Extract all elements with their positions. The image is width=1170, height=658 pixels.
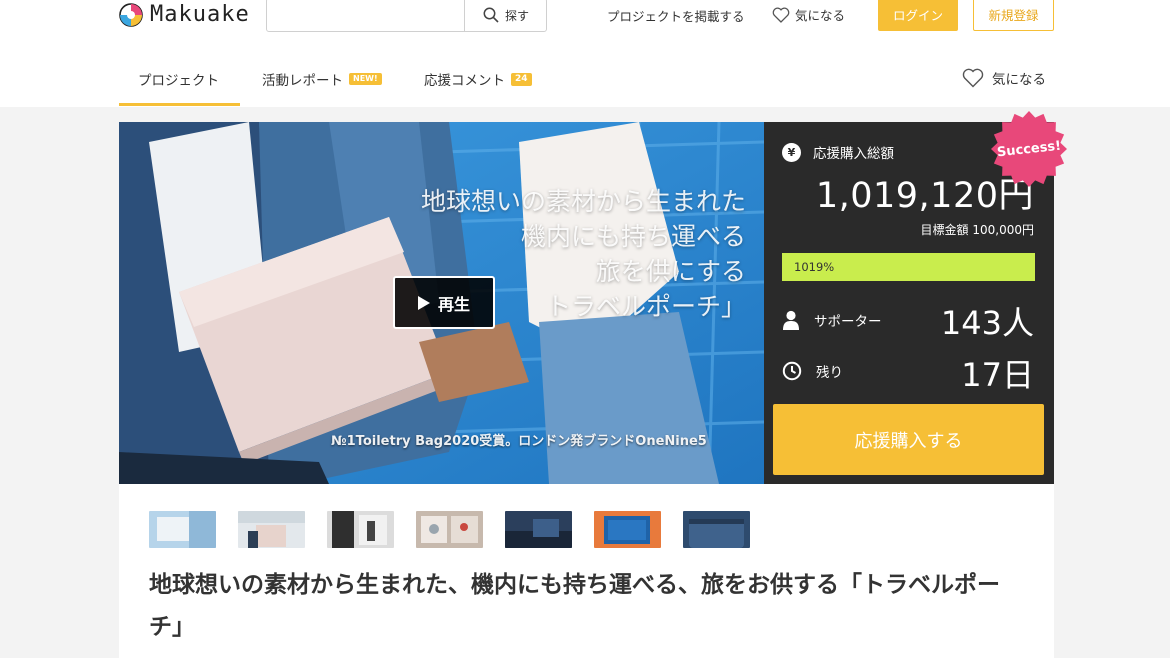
tab-project[interactable]: プロジェクト bbox=[138, 69, 219, 89]
thumbnail-7[interactable] bbox=[683, 511, 750, 548]
remaining-row: 残り bbox=[782, 361, 843, 381]
comment-count-badge: 24 bbox=[511, 72, 532, 86]
total-label: 応援購入総額 bbox=[813, 146, 894, 162]
thumbnail-5[interactable] bbox=[505, 511, 572, 548]
search-box: 探す bbox=[266, 0, 547, 32]
search-input[interactable] bbox=[267, 0, 464, 31]
thumbnail-6[interactable] bbox=[594, 511, 661, 548]
search-button-label: 探す bbox=[504, 8, 529, 23]
thumbnail-2[interactable] bbox=[238, 511, 305, 548]
post-project-link[interactable]: プロジェクトを掲載する bbox=[607, 6, 745, 25]
logo-mark-icon bbox=[119, 2, 143, 27]
signup-button[interactable]: 新規登録 bbox=[973, 0, 1054, 31]
search-button[interactable]: 探す bbox=[464, 0, 547, 31]
logo-text: Makuake bbox=[150, 2, 250, 27]
play-button-label: 再生 bbox=[437, 294, 470, 314]
clock-icon bbox=[782, 361, 802, 381]
person-icon bbox=[783, 310, 799, 330]
project-hero-image[interactable]: 地球想いの素材から生まれた 機内にも持ち運べる 旅を供にする トラベルポーチ」 … bbox=[119, 122, 764, 484]
heart-icon bbox=[962, 68, 984, 88]
target-amount: 目標金額 100,000円 bbox=[920, 223, 1034, 237]
favorite-tab-button[interactable]: 気になる bbox=[962, 68, 1046, 88]
login-button[interactable]: ログイン bbox=[878, 0, 958, 31]
favorite-tab-label: 気になる bbox=[992, 72, 1046, 88]
supporters-count: 143人 bbox=[940, 304, 1034, 342]
thumbnail-1[interactable] bbox=[149, 511, 216, 548]
yen-icon: ¥ bbox=[782, 142, 801, 162]
play-video-button[interactable]: 再生 bbox=[393, 276, 495, 329]
success-badge-label: Success! bbox=[996, 138, 1062, 160]
remaining-label: 残り bbox=[816, 365, 843, 381]
site-header: Makuake 探す プロジェクトを掲載する 気になる ログイン 新規登録 プロ… bbox=[0, 0, 1170, 107]
makuake-logo[interactable]: Makuake bbox=[119, 2, 250, 27]
favorite-link-label: 気になる bbox=[795, 8, 846, 23]
tab-activity-report-label: 活動レポート bbox=[262, 73, 343, 89]
heart-icon bbox=[772, 7, 790, 23]
remaining-days: 17日 bbox=[961, 356, 1034, 394]
favorite-link[interactable]: 気になる bbox=[772, 5, 845, 24]
tab-activity-report[interactable]: 活動レポート NEW! bbox=[262, 69, 382, 89]
tab-comments-label: 応援コメント bbox=[424, 73, 505, 89]
project-content: 地球想いの素材から生まれた、機内にも持ち運べる、旅をお供する「トラベルポーチ」 bbox=[119, 484, 1054, 658]
supporters-label: サポーター bbox=[814, 314, 882, 330]
active-tab-indicator bbox=[119, 103, 240, 106]
thumbnail-3[interactable] bbox=[327, 511, 394, 548]
thumbnail-4[interactable] bbox=[416, 511, 483, 548]
hero-copy-line: 地球想いの素材から生まれた bbox=[420, 187, 746, 216]
tab-project-label: プロジェクト bbox=[138, 73, 219, 89]
success-badge: Success! bbox=[990, 110, 1068, 188]
thumbnail-strip bbox=[149, 511, 750, 548]
play-icon bbox=[417, 295, 430, 310]
search-icon bbox=[483, 7, 499, 23]
tab-comments[interactable]: 応援コメント 24 bbox=[424, 69, 532, 89]
new-badge: NEW! bbox=[349, 73, 382, 85]
supporters-row: サポーター bbox=[782, 310, 882, 330]
support-purchase-button[interactable]: 応援購入する bbox=[773, 404, 1044, 475]
progress-percent: 1019% bbox=[794, 260, 835, 274]
progress-bar: 1019% bbox=[782, 253, 1035, 281]
hero-copy-line: 機内にも持ち運べる bbox=[520, 222, 746, 251]
hero-caption: №1Toiletry Bag2020受賞。ロンドン発ブランドOneNine5 bbox=[331, 434, 707, 449]
total-label-row: ¥ 応援購入総額 bbox=[782, 142, 894, 162]
project-title: 地球想いの素材から生まれた、機内にも持ち運べる、旅をお供する「トラベルポーチ」 bbox=[149, 572, 1000, 640]
